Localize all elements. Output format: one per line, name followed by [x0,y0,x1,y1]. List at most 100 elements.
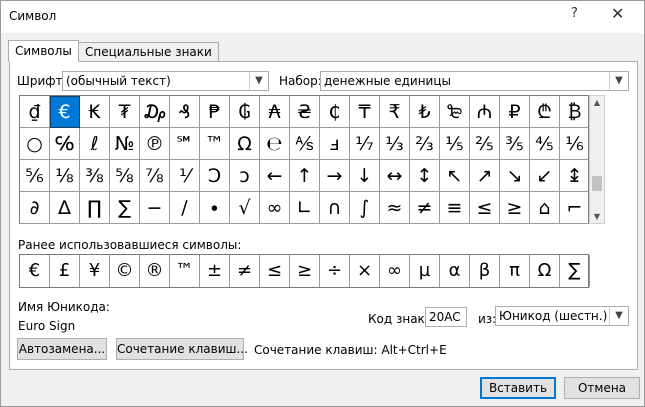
recent-symbol-cell[interactable]: © [110,255,140,287]
symbol-cell[interactable]: ↖ [440,160,470,192]
symbol-cell[interactable]: Ω [230,128,260,160]
symbol-cell[interactable]: ≥ [500,192,530,224]
close-icon[interactable]: ✕ [611,4,624,23]
recent-symbol-cell[interactable]: ± [200,255,230,287]
chevron-down-icon[interactable]: ▼ [609,72,628,90]
symbol-cell[interactable]: ∕ [170,192,200,224]
symbol-cell[interactable]: ⅓ [380,128,410,160]
symbol-cell[interactable]: ↕ [410,160,440,192]
scrollbar-thumb[interactable] [592,176,602,191]
symbol-cell[interactable]: ⅖ [470,128,500,160]
symbol-cell[interactable]: ∩ [320,192,350,224]
symbol-cell[interactable]: ⅕ [440,128,470,160]
symbol-cell[interactable]: ₹ [380,96,410,128]
symbol-cell[interactable]: ⅔ [410,128,440,160]
chevron-down-icon[interactable]: ▼ [609,307,628,325]
symbol-cell[interactable]: ⅍ [290,128,320,160]
symbol-cell[interactable]: ℅ [50,128,80,160]
symbol-cell[interactable]: ₸ [350,96,380,128]
symbol-grid-scrollbar[interactable]: ▲ ▼ [589,95,605,224]
recent-symbol-cell[interactable]: ® [140,255,170,287]
symbol-cell[interactable]: ↨ [560,160,590,192]
recent-symbol-cell[interactable]: π [500,255,530,287]
autocorrect-button[interactable]: Автозамена... [17,338,107,360]
symbol-cell[interactable]: ₰ [170,96,200,128]
recent-symbol-cell[interactable]: € [20,255,50,287]
symbol-cell[interactable]: ∫ [350,192,380,224]
symbol-cell[interactable]: ≡ [440,192,470,224]
symbol-cell[interactable]: ∏ [80,192,110,224]
symbol-cell[interactable]: ⅘ [530,128,560,160]
symbol-cell[interactable]: ₾ [530,96,560,128]
symbol-cell[interactable]: Ↄ [200,160,230,192]
symbol-cell[interactable]: ⅜ [80,160,110,192]
subset-select[interactable]: денежные единицы ▼ [320,71,629,91]
recent-symbol-cell[interactable]: × [350,255,380,287]
symbol-cell[interactable]: ⅝ [110,160,140,192]
scroll-up-icon[interactable]: ▲ [590,98,604,107]
symbol-cell[interactable]: ⌂ [530,192,560,224]
recent-symbol-cell[interactable]: β [470,255,500,287]
symbol-cell[interactable]: ∙ [200,192,230,224]
symbol-cell[interactable]: ○ [20,128,50,160]
symbol-cell[interactable]: ⅞ [140,160,170,192]
symbol-cell[interactable]: ™ [200,128,230,160]
symbol-cell[interactable]: ₻ [440,96,470,128]
symbol-cell[interactable]: ₭ [80,96,110,128]
symbol-cell[interactable]: ₮ [110,96,140,128]
symbol-cell[interactable]: ↘ [500,160,530,192]
symbol-cell[interactable]: ℠ [170,128,200,160]
symbol-cell[interactable]: √ [230,192,260,224]
symbol-cell[interactable]: ₯ [140,96,170,128]
chevron-down-icon[interactable]: ▼ [249,72,268,90]
symbol-cell[interactable]: ≈ [380,192,410,224]
recent-symbol-cell[interactable]: ™ [170,255,200,287]
tab-symbols[interactable]: Символы [8,40,79,62]
symbol-cell[interactable]: ⅎ [320,128,350,160]
symbol-cell[interactable]: ⅗ [500,128,530,160]
recent-symbol-cell[interactable]: ∑ [560,255,590,287]
symbol-cell[interactable]: ⅚ [20,160,50,192]
symbol-cell[interactable]: № [110,128,140,160]
symbol-cell[interactable]: ₴ [290,96,320,128]
recent-symbol-cell[interactable]: α [440,255,470,287]
symbol-cell[interactable]: ₿ [560,96,590,128]
symbol-cell[interactable]: ₱ [200,96,230,128]
symbol-cell[interactable]: ∂ [20,192,50,224]
symbol-cell[interactable]: ⅛ [50,160,80,192]
symbol-cell[interactable]: ↗ [470,160,500,192]
from-select[interactable]: Юникод (шестн.) ▼ [495,306,629,326]
symbol-cell[interactable]: ∑ [110,192,140,224]
symbol-cell[interactable]: → [320,160,350,192]
symbol-cell[interactable]: ₺ [410,96,440,128]
recent-symbol-cell[interactable]: ¥ [80,255,110,287]
shortcut-key-button[interactable]: Сочетание клавиш... [116,338,248,360]
symbol-cell[interactable]: ⅐ [350,128,380,160]
recent-symbol-cell[interactable]: ≤ [260,255,290,287]
symbol-cell[interactable]: ≤ [470,192,500,224]
recent-symbol-cell[interactable]: ≥ [290,255,320,287]
scroll-down-icon[interactable]: ▼ [590,212,604,221]
recent-symbol-cell[interactable]: ≠ [230,255,260,287]
symbol-cell[interactable]: ∟ [290,192,320,224]
symbol-cell[interactable]: ℮ [260,128,290,160]
symbol-cell[interactable]: ↑ [290,160,320,192]
symbol-cell[interactable]: ⅙ [560,128,590,160]
char-code-input[interactable]: 20AC [425,307,467,327]
symbol-cell[interactable]: ≠ [410,192,440,224]
recent-symbol-cell[interactable]: ∞ [380,255,410,287]
symbol-cell[interactable]: ₲ [230,96,260,128]
symbol-cell[interactable]: − [140,192,170,224]
recent-symbol-cell[interactable]: µ [410,255,440,287]
symbol-cell[interactable]: ↙ [530,160,560,192]
symbol-cell[interactable]: ₳ [260,96,290,128]
tab-special-characters[interactable]: Специальные знаки [78,42,219,61]
recent-symbol-cell[interactable]: £ [50,255,80,287]
insert-button[interactable]: Вставить [480,377,556,399]
symbol-cell[interactable]: ⌐ [560,192,590,224]
symbol-cell[interactable]: ⅟ [170,160,200,192]
font-select[interactable]: (обычный текст) ▼ [62,71,269,91]
symbol-cell[interactable]: ℓ [80,128,110,160]
symbol-cell[interactable]: ↓ [350,160,380,192]
help-icon[interactable]: ? [571,6,578,21]
